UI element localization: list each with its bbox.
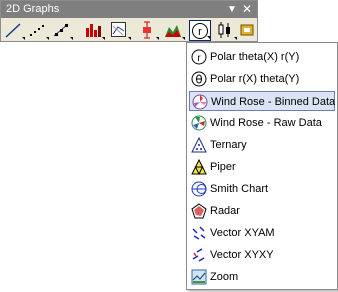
line-symbol-plot-icon xyxy=(53,23,69,37)
piper-icon xyxy=(191,159,207,175)
menu-item-wind-rose-binned[interactable]: Wind Rose - Binned Data xyxy=(189,91,335,111)
menu-item-label: Zoom xyxy=(210,271,239,283)
polar-theta-r-icon: r xyxy=(191,49,207,65)
menu-item-wind-rose-raw[interactable]: Wind Rose - Raw Data xyxy=(189,113,335,133)
scatter-plot-button[interactable] xyxy=(27,20,49,41)
menu-item-label: Ternary xyxy=(210,139,247,151)
toolbar-title: 2D Graphs xyxy=(6,3,60,15)
menu-item-label: Polar r(X) theta(Y) xyxy=(210,73,300,85)
line-plot-button[interactable] xyxy=(3,20,25,41)
bar-chart-button[interactable] xyxy=(83,20,105,41)
vector-xyxy-icon xyxy=(192,248,205,262)
error-bar-icon xyxy=(143,21,151,39)
scatter-plot-icon xyxy=(30,25,44,36)
polar-chart-button[interactable]: r xyxy=(189,20,211,41)
menu-item-ternary[interactable]: Ternary xyxy=(189,135,335,155)
menu-item-polar-theta-r[interactable]: r Polar theta(X) r(Y) xyxy=(189,47,335,67)
bar-chart-icon xyxy=(86,24,101,37)
menu-item-vector-xyam[interactable]: Vector XYAM xyxy=(189,223,335,243)
graphs-2d-toolbar: 2D Graphs ▼ ✕ r xyxy=(0,0,258,42)
boxed-chart-icon xyxy=(111,22,126,37)
menu-item-label: Smith Chart xyxy=(210,183,269,195)
smith-chart-icon xyxy=(191,181,207,197)
candlestick-button[interactable] xyxy=(215,20,237,41)
menu-item-zoom[interactable]: Zoom xyxy=(189,267,335,287)
template-icon xyxy=(240,24,254,36)
vector-xyam-icon xyxy=(192,226,206,240)
template-button[interactable] xyxy=(237,20,259,41)
toolbar-titlebar[interactable]: 2D Graphs ▼ ✕ xyxy=(1,1,257,18)
polar-graphs-menu: r Polar theta(X) r(Y) Polar r(X) theta(Y… xyxy=(186,42,338,290)
candlestick-icon xyxy=(218,22,230,38)
menu-item-vector-xyxy[interactable]: Vector XYXY xyxy=(189,245,335,265)
menu-item-label: Wind Rose - Raw Data xyxy=(210,117,322,129)
zoom-icon xyxy=(191,269,207,285)
toolbar-close-icon[interactable]: ✕ xyxy=(240,1,254,18)
menu-item-label: Radar xyxy=(210,205,240,217)
menu-item-smith-chart[interactable]: Smith Chart xyxy=(189,179,335,199)
wind-rose-binned-icon xyxy=(192,94,208,110)
area-chart-button[interactable] xyxy=(163,20,185,41)
menu-item-label: Vector XYXY xyxy=(210,249,274,261)
menu-item-label: Piper xyxy=(210,161,236,173)
line-plot-icon xyxy=(5,23,21,38)
svg-text:r: r xyxy=(198,26,202,38)
boxed-chart-button[interactable] xyxy=(109,20,131,41)
polar-r-theta-icon xyxy=(191,71,207,87)
menu-item-polar-r-theta[interactable]: Polar r(X) theta(Y) xyxy=(189,69,335,89)
menu-item-piper[interactable]: Piper xyxy=(189,157,335,177)
menu-item-label: Vector XYAM xyxy=(210,227,275,239)
toolbar-options-icon[interactable]: ▼ xyxy=(225,1,239,18)
menu-item-label: Wind Rose - Binned Data xyxy=(211,96,336,108)
error-bar-button[interactable] xyxy=(137,20,159,41)
menu-item-radar[interactable]: Radar xyxy=(189,201,335,221)
area-chart-icon xyxy=(165,25,181,37)
wind-rose-raw-icon xyxy=(191,115,207,131)
ternary-icon xyxy=(191,137,207,153)
line-symbol-button[interactable] xyxy=(51,20,73,41)
radar-icon xyxy=(191,203,207,219)
menu-item-label: Polar theta(X) r(Y) xyxy=(210,51,300,63)
